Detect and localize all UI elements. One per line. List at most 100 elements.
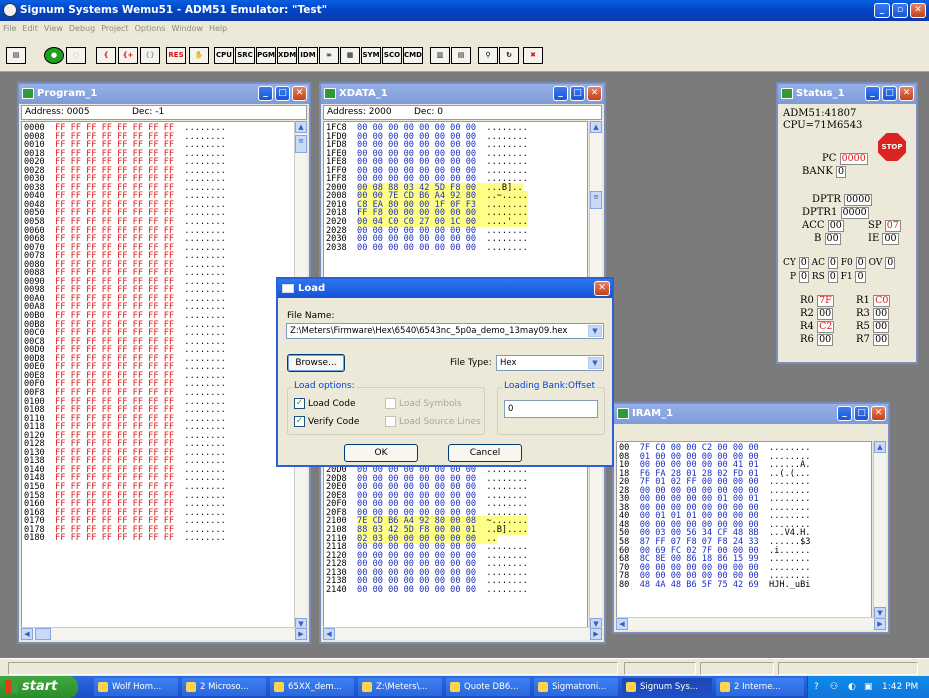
taskbar-item-wolf[interactable]: Wolf Hom...: [94, 678, 178, 696]
bank-offset-input[interactable]: 0: [504, 400, 598, 418]
ac-value[interactable]: 0: [827, 257, 838, 269]
scroll-right-icon[interactable]: ▶: [295, 628, 307, 640]
r2-value[interactable]: 00: [817, 308, 834, 320]
r4-value[interactable]: C2: [817, 321, 835, 333]
memory-row[interactable]: 2140 00 00 00 00 00 00 00 00 ........: [326, 586, 587, 595]
scroll-right-icon[interactable]: ▶: [874, 618, 886, 630]
maximize-button[interactable]: □: [882, 86, 897, 101]
memory-row[interactable]: 0180 FF FF FF FF FF FF FF FF ........: [24, 534, 294, 543]
load-code-checkbox[interactable]: ✓: [294, 398, 305, 409]
memory-row[interactable]: 2038 00 00 00 00 00 00 00 00 ........: [326, 243, 587, 253]
f1-value[interactable]: 0: [855, 271, 866, 283]
pgm-window-button[interactable]: PGM: [256, 47, 276, 64]
cmd-window-button[interactable]: CMD: [403, 47, 423, 64]
stop-icon[interactable]: ◌: [66, 47, 86, 64]
scroll-left-icon[interactable]: ◀: [323, 628, 335, 640]
taskbar-item-internet[interactable]: 2 Interne...: [716, 678, 804, 696]
row-hex-bytes[interactable]: FF FF FF FF FF FF FF FF: [55, 533, 174, 543]
maximize-button[interactable]: □: [854, 406, 869, 421]
scroll-left-icon[interactable]: ◀: [616, 618, 628, 630]
find-icon[interactable]: ⚲: [478, 47, 498, 64]
scroll-up-icon[interactable]: ▲: [874, 441, 886, 453]
menu-view[interactable]: View: [44, 21, 63, 36]
load-dialog-title[interactable]: Load ✕: [278, 279, 612, 298]
load-dialog[interactable]: Load ✕ File Name: Z:\Meters\Firmware\Hex…: [276, 277, 614, 467]
taskbar-item-signum[interactable]: Signum Sys...: [622, 678, 712, 696]
horizontal-scrollbar[interactable]: ◀ ▶: [616, 617, 886, 630]
address-header[interactable]: Address: 2000 Dec: 0: [323, 105, 602, 120]
trace-window-icon[interactable]: ▦: [340, 47, 360, 64]
dptr1-value[interactable]: 0000: [840, 207, 869, 219]
app-title-bar[interactable]: Signum Systems Wemu51 - ADM51 Emulator: …: [0, 0, 929, 21]
menu-file[interactable]: File: [3, 21, 16, 36]
ok-button[interactable]: OK: [344, 444, 418, 462]
load-symbols-checkbox[interactable]: [385, 398, 396, 409]
r3-value[interactable]: 00: [873, 308, 890, 320]
sco-window-button[interactable]: SCO: [382, 47, 402, 64]
file-name-combo[interactable]: Z:\Meters\Firmware\Hex\6540\6543nc_5p0a_…: [286, 323, 604, 339]
row-hex-bytes[interactable]: 00 00 00 00 00 00 00 00: [357, 243, 476, 253]
clock[interactable]: 1:42 PM: [882, 676, 918, 698]
program-window-title[interactable]: Program_1 _ □ ✕: [19, 84, 309, 104]
xdata-window-title[interactable]: XDATA_1 _ □ ✕: [321, 84, 604, 104]
cancel-button[interactable]: Cancel: [448, 444, 522, 462]
browse-button[interactable]: Browse...: [287, 354, 345, 372]
bank-value[interactable]: 0: [835, 166, 847, 178]
chevron-down-icon[interactable]: ▼: [588, 325, 602, 337]
xdm-window-button[interactable]: XDM: [277, 47, 297, 64]
volume-icon[interactable]: ◐: [848, 676, 856, 698]
ov-value[interactable]: 0: [885, 257, 896, 269]
pc-value[interactable]: 0000: [839, 153, 868, 165]
iram-window-title[interactable]: IRAM_1 _ □ ✕: [614, 404, 888, 424]
close-button[interactable]: ✕: [910, 3, 926, 18]
horizontal-scrollbar[interactable]: ◀ ▶: [21, 627, 307, 640]
step-out-icon[interactable]: {}: [140, 47, 160, 64]
verify-code-checkbox[interactable]: ✓: [294, 416, 305, 427]
load-file-icon[interactable]: ▤: [451, 47, 471, 64]
maximize-button[interactable]: □: [275, 86, 290, 101]
minimize-button[interactable]: _: [865, 86, 880, 101]
monitor-icon[interactable]: ▣: [864, 676, 873, 698]
file-type-select[interactable]: Hex ▼: [496, 355, 604, 371]
acc-value[interactable]: 00: [827, 220, 844, 232]
row-hex-bytes[interactable]: 00 00 00 00 00 00 00 00: [357, 585, 476, 595]
taskbar-item-meters[interactable]: Z:\Meters\...: [358, 678, 442, 696]
dptr-value[interactable]: 0000: [844, 194, 873, 206]
taskbar-item-sigmatron[interactable]: Sigmatroni...: [534, 678, 618, 696]
maximize-button[interactable]: □: [570, 86, 585, 101]
src-window-button[interactable]: SRC: [235, 47, 255, 64]
sp-value[interactable]: 07: [884, 220, 901, 232]
memory-row[interactable]: 80 48 4A 48 B6 5F 75 42 69 HJH._uBi: [619, 580, 871, 590]
idm-window-button[interactable]: IDM: [298, 47, 318, 64]
r1-value[interactable]: C0: [873, 295, 891, 307]
network-icon[interactable]: ⚇: [830, 676, 838, 698]
minimize-button[interactable]: _: [874, 3, 890, 18]
refresh-icon[interactable]: ↻: [499, 47, 519, 64]
r0-value[interactable]: 7F: [817, 295, 834, 307]
program-window[interactable]: Program_1 _ □ ✕ Address: 0005 Dec: -1 0000…: [17, 82, 311, 644]
taskbar-item-microsoft[interactable]: 2 Microso...: [182, 678, 266, 696]
menu-edit[interactable]: Edit: [22, 21, 38, 36]
minimize-button[interactable]: _: [553, 86, 568, 101]
taskbar-item-quote[interactable]: Quote DB6...: [446, 678, 530, 696]
minimize-button[interactable]: _: [258, 86, 273, 101]
cy-value[interactable]: 0: [798, 257, 809, 269]
horizontal-scrollbar[interactable]: ◀ ▶: [323, 627, 602, 640]
close-button[interactable]: ✕: [587, 86, 602, 101]
program-memory-dump[interactable]: 0000 FF FF FF FF FF FF FF FF ........ 000…: [21, 121, 295, 630]
vertical-scrollbar[interactable]: ▲ ▼: [873, 441, 886, 619]
f0-value[interactable]: 0: [855, 257, 866, 269]
sym-window-button[interactable]: SYM: [361, 47, 381, 64]
ie-value[interactable]: 00: [882, 233, 899, 245]
restore-button[interactable]: ▫: [892, 3, 908, 18]
reset-button[interactable]: RES: [166, 47, 186, 64]
menu-help[interactable]: Help: [209, 21, 227, 36]
rs-value[interactable]: 0: [827, 271, 838, 283]
row-hex-bytes[interactable]: 48 4A 48 B6 5F 75 42 69: [640, 580, 759, 590]
exit-icon[interactable]: ✖: [523, 47, 543, 64]
step-into-icon[interactable]: {: [96, 47, 116, 64]
scroll-up-icon[interactable]: ▲: [295, 121, 307, 133]
cpu-window-button[interactable]: CPU: [214, 47, 234, 64]
app-icon[interactable]: [3, 3, 17, 17]
status-window-title[interactable]: Status_1 _ □ ✕: [778, 84, 916, 104]
